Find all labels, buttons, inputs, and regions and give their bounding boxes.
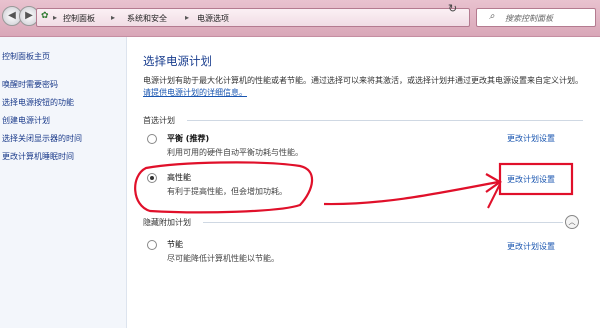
plan-name-high-performance[interactable]: 高性能 [167, 172, 191, 183]
control-panel-icon: ✿ [41, 11, 49, 21]
plan-radio-power-saver[interactable] [147, 240, 157, 250]
plan-radio-balanced[interactable] [147, 134, 157, 144]
preferred-plans-header: 首选计划 [143, 116, 175, 125]
breadcrumb-control-panel[interactable]: 控制面板 [63, 13, 95, 24]
plan-name-power-saver[interactable]: 节能 [167, 239, 183, 250]
sidebar-item-wake-password[interactable]: 唤醒时需要密码 [2, 79, 58, 90]
sidebar-item-home[interactable]: 控制面板主页 [2, 51, 50, 62]
plan-desc-power-saver: 尽可能降低计算机性能以节能。 [167, 254, 279, 263]
plan-desc-high-performance: 有利于提高性能，但会增加功耗。 [167, 187, 287, 196]
collapse-chevron-icon[interactable]: ︿ [565, 215, 579, 229]
description-text: 电源计划有助于最大化计算机的性能或者节能。通过选择可以来将其激活，或选择计划并通… [143, 76, 583, 85]
change-plan-settings-link[interactable]: 更改计划设置 [507, 133, 555, 144]
breadcrumb-chevron-icon[interactable]: ▸ [185, 13, 189, 22]
refresh-icon[interactable]: ↻ [448, 2, 457, 15]
plan-desc-balanced: 利用可用的硬件自动平衡功耗与性能。 [167, 148, 303, 157]
search-input[interactable]: ⌕ 搜索控制面板 [476, 8, 596, 27]
sidebar-item-display-off[interactable]: 选择关闭显示器的时间 [2, 133, 82, 144]
breadcrumb-chevron-icon[interactable]: ▸ [111, 13, 115, 22]
page-title: 选择电源计划 [143, 54, 212, 68]
sidebar: 控制面板主页 唤醒时需要密码 选择电源按钮的功能 创建电源计划 选择关闭显示器的… [0, 37, 127, 328]
plan-name-balanced[interactable]: 平衡 (推荐) [167, 133, 209, 144]
sidebar-item-create-plan[interactable]: 创建电源计划 [2, 115, 50, 126]
page-description: 电源计划有助于最大化计算机的性能或者节能。通过选择可以来将其激活，或选择计划并通… [143, 75, 593, 99]
plan-radio-high-performance[interactable] [147, 173, 157, 183]
change-plan-settings-link[interactable]: 更改计划设置 [507, 174, 555, 185]
address-bar[interactable]: ✿ ▸ 控制面板 ▸ 系统和安全 ▸ 电源选项 [36, 8, 470, 27]
divider [203, 222, 563, 223]
change-plan-settings-link[interactable]: 更改计划设置 [507, 241, 555, 252]
plan-details-link[interactable]: 请提供电源计划的详细信息。 [143, 88, 247, 97]
search-placeholder: 搜索控制面板 [505, 14, 553, 23]
address-toolbar: ◀ ▶ ✿ ▸ 控制面板 ▸ 系统和安全 ▸ 电源选项 ↻ ⌕ 搜索控制面板 [0, 0, 600, 37]
breadcrumb-chevron-icon[interactable]: ▸ [53, 13, 57, 22]
sidebar-item-sleep-time[interactable]: 更改计算机睡眠时间 [2, 151, 74, 162]
divider [187, 120, 583, 121]
breadcrumb-system-security[interactable]: 系统和安全 [127, 13, 167, 24]
main-panel: 选择电源计划 电源计划有助于最大化计算机的性能或者节能。通过选择可以来将其激活，… [127, 37, 600, 328]
breadcrumb-power-options[interactable]: 电源选项 [197, 13, 229, 24]
search-icon: ⌕ [489, 11, 495, 22]
sidebar-item-power-button[interactable]: 选择电源按钮的功能 [2, 97, 74, 108]
hidden-plans-header: 隐藏附加计划 [143, 218, 191, 227]
